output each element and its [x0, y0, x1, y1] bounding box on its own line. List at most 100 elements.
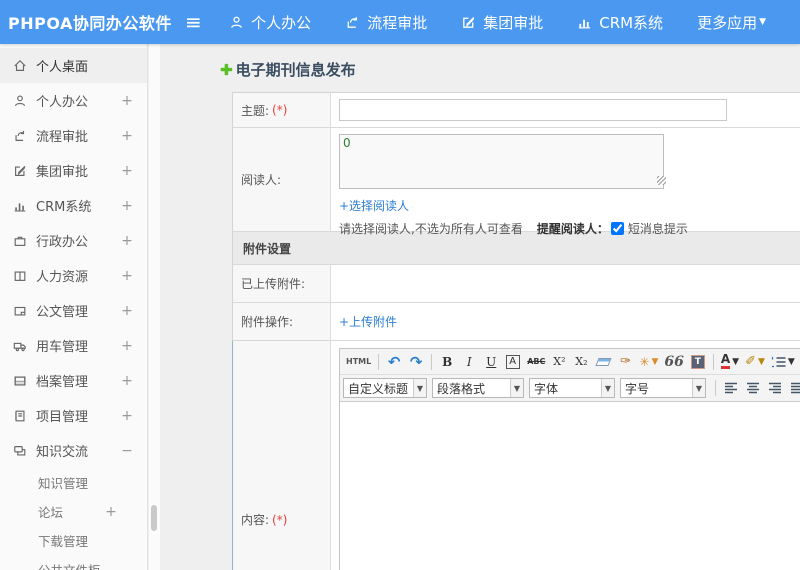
toolbar-separator [715, 380, 716, 396]
redo-button[interactable]: ↷ [406, 352, 426, 372]
ordered-list-icon [771, 356, 786, 367]
hamburger-menu-icon[interactable]: ≡ [176, 10, 212, 34]
sidebar-item-human-resources[interactable]: 人力资源 + [0, 258, 147, 293]
upload-attachment-link[interactable]: +上传附件 [339, 313, 397, 330]
expand-toggle[interactable]: + [121, 163, 133, 179]
sidebar-subitem-label: 知识管理 [38, 476, 89, 491]
expand-toggle[interactable]: + [121, 128, 133, 144]
sidebar-item-archive-management[interactable]: 档案管理 + [0, 363, 147, 398]
ordered-list-button[interactable]: ▼ [769, 352, 797, 372]
caret-down-icon: ▼ [413, 379, 426, 397]
paste-plain-text-button[interactable]: T [688, 352, 708, 372]
align-right-icon [769, 382, 781, 394]
expand-toggle[interactable]: + [121, 268, 133, 284]
html-source-button[interactable]: HTML [344, 352, 373, 372]
caret-down-icon: ▼ [759, 17, 766, 27]
italic-button[interactable]: I [459, 352, 479, 372]
rich-text-editor: HTML ↶ ↷ B I U A ABC X² X₂ ✑ ✳ ▼ 66 T A … [339, 348, 800, 570]
font-color-icon: A [720, 353, 731, 369]
blockquote-button[interactable]: 66 [662, 352, 685, 372]
align-center-button[interactable] [743, 378, 763, 398]
sms-notify-checkbox[interactable] [610, 222, 624, 235]
nav-more-apps[interactable]: 更多应用 ▼ [697, 12, 766, 33]
sidebar-item-personal-desktop[interactable]: 个人桌面 [0, 48, 147, 83]
sidebar-item-vehicle-management[interactable]: 用车管理 + [0, 328, 147, 363]
sidebar-item-group-approval[interactable]: 集团审批 + [0, 153, 147, 188]
sidebar-item-project-management[interactable]: 项目管理 + [0, 398, 147, 433]
bold-button[interactable]: B [437, 352, 457, 372]
nav-personal-office[interactable]: 个人办公 [229, 12, 311, 33]
subject-value-cell [331, 93, 800, 127]
paragraph-format-select[interactable]: 段落格式 ▼ [432, 378, 524, 398]
caret-down-icon: ▼ [787, 356, 795, 367]
nav-label: 更多应用 [697, 13, 758, 32]
subject-label: 主题: [241, 103, 270, 118]
sidebar-subitem-forum[interactable]: 论坛 + [0, 497, 147, 526]
subject-input[interactable] [339, 99, 727, 121]
expand-toggle[interactable]: + [121, 93, 133, 109]
paragraph-select-value: 段落格式 [437, 381, 486, 396]
content-value-cell: HTML ↶ ↷ B I U A ABC X² X₂ ✑ ✳ ▼ 66 T A … [331, 341, 800, 570]
expand-toggle[interactable]: + [121, 408, 133, 424]
nav-crm-system[interactable]: CRM系统 [577, 12, 663, 33]
editor-content-area[interactable] [340, 401, 800, 570]
expand-toggle[interactable]: − [121, 443, 133, 459]
eraser-button[interactable] [593, 352, 613, 372]
readers-value-cell: 0 +选择阅读人 请选择阅读人,不选为所有人可查看 提醒阅读人： 短消息提示 [331, 128, 800, 236]
highlight-color-button[interactable]: ✐ ▼ [743, 352, 767, 372]
underline-button[interactable]: U [481, 352, 501, 372]
sidebar-subitem-public-file-cabinet[interactable]: 公共文件柜 [0, 555, 147, 570]
select-readers-link[interactable]: +选择阅读人 [339, 199, 409, 213]
sidebar-item-crm-system[interactable]: CRM系统 + [0, 188, 147, 223]
readers-row: 阅读人: 0 +选择阅读人 请选择阅读人,不选为所有人可查看 提醒阅读人： 短消… [232, 128, 800, 236]
font-color-button[interactable]: A ▼ [719, 352, 741, 372]
font-family-select[interactable]: 字体 ▼ [529, 378, 615, 398]
size-select-value: 字号 [625, 381, 650, 396]
readers-hint-text: 请选择阅读人,不选为所有人可查看 [339, 222, 523, 236]
sidebar-item-label: 人力资源 [36, 270, 89, 285]
undo-button[interactable]: ↶ [384, 352, 404, 372]
strikethrough-button[interactable]: ABC [525, 352, 547, 372]
font-style-button[interactable]: A [503, 352, 523, 372]
readers-textarea[interactable]: 0 [339, 134, 664, 189]
flow-icon [347, 16, 358, 28]
bar-chart-icon [14, 202, 26, 212]
subscript-button[interactable]: X₂ [571, 352, 591, 372]
expand-toggle[interactable]: + [121, 198, 133, 214]
sidebar-scrollbar[interactable] [151, 505, 157, 531]
sidebar-item-knowledge-exchange[interactable]: 知识交流 − [0, 433, 147, 468]
sidebar-subitem-download-management[interactable]: 下载管理 [0, 526, 147, 555]
truck-icon [13, 342, 26, 351]
content-label-cell: 内容: (*) [233, 341, 331, 570]
sidebar-item-document-management[interactable]: 公文管理 + [0, 293, 147, 328]
format-painter-button[interactable]: ✑ [615, 352, 635, 372]
ops-label-cell: 附件操作: [233, 303, 331, 340]
heading-select[interactable]: 自定义标题 ▼ [343, 378, 427, 398]
sidebar-subitem-knowledge-management[interactable]: 知识管理 [0, 468, 147, 497]
align-right-button[interactable] [765, 378, 785, 398]
uploaded-attachments-row: 已上传附件: [232, 265, 800, 303]
expand-toggle[interactable]: + [121, 338, 133, 354]
edit-icon [463, 16, 475, 28]
sidebar-item-label: 项目管理 [36, 410, 89, 425]
superscript-button[interactable]: X² [549, 352, 569, 372]
font-size-select[interactable]: 字号 ▼ [620, 378, 706, 398]
expand-toggle[interactable]: + [105, 504, 117, 520]
align-justify-button[interactable] [787, 378, 800, 398]
top-nav: 个人办公 流程审批 集团审批 CRM系统 更多应用 ▼ [229, 12, 800, 33]
uploaded-label-cell: 已上传附件: [233, 265, 331, 302]
auto-typeset-button[interactable]: ✳ ▼ [637, 352, 660, 372]
sidebar-item-workflow-approval[interactable]: 流程审批 + [0, 118, 147, 153]
nav-group-approval[interactable]: 集团审批 [461, 12, 543, 33]
toolbar-separator [378, 353, 380, 370]
nav-workflow-approval[interactable]: 流程审批 [345, 12, 427, 33]
expand-toggle[interactable]: + [121, 373, 133, 389]
align-left-icon [725, 382, 737, 394]
align-left-button[interactable] [721, 378, 741, 398]
sidebar-item-personal-office[interactable]: 个人办公 + [0, 83, 147, 118]
readers-label-cell: 阅读人: [233, 128, 331, 231]
expand-toggle[interactable]: + [121, 233, 133, 249]
expand-toggle[interactable]: + [121, 303, 133, 319]
flow-icon [15, 130, 25, 141]
sidebar-item-admin-office[interactable]: 行政办公 + [0, 223, 147, 258]
